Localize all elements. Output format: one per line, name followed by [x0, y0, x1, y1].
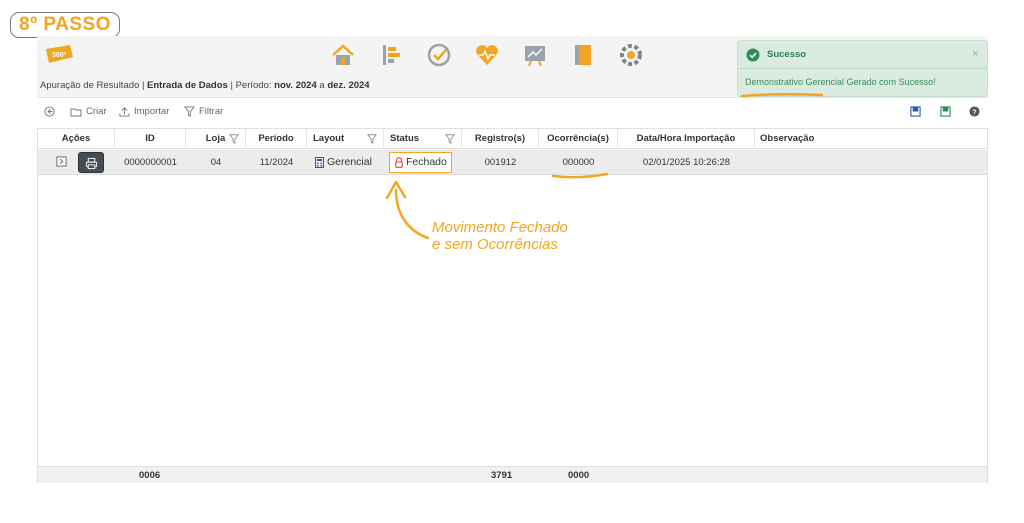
- back-circle-icon: [44, 106, 55, 117]
- cell-periodo: 11/2024: [259, 157, 294, 168]
- annotation-text: Movimento Fechado e sem Ocorrências: [432, 219, 568, 253]
- export-blue-button[interactable]: [910, 106, 921, 117]
- col-status-label: Status: [390, 133, 420, 144]
- column-filter-icon[interactable]: [229, 134, 239, 144]
- toast-header: Sucesso ×: [738, 41, 987, 69]
- column-filter-icon[interactable]: [445, 134, 455, 144]
- cell-loja: 04: [210, 157, 222, 168]
- app-window: 360º Apuração de Resultado | Entrada de …: [37, 36, 988, 483]
- svg-text:360º: 360º: [52, 52, 67, 59]
- breadcrumb-section[interactable]: Apuração de Resultado: [40, 80, 139, 91]
- importar-label: Importar: [134, 106, 170, 117]
- annotation-line-2: e sem Ocorrências: [432, 236, 558, 253]
- footer-count: 0006: [139, 470, 161, 481]
- grid-footer: 0006 3791 0000: [38, 466, 987, 483]
- toast-message: Demonstrativo Gerencial Gerado com Suces…: [745, 77, 936, 87]
- period-from: nov. 2024: [274, 80, 317, 91]
- status-badge[interactable]: Fechado: [389, 152, 452, 173]
- toast-underline: [741, 92, 823, 98]
- step-badge: 8º PASSO: [10, 12, 120, 38]
- period-label: Período:: [235, 80, 272, 91]
- annotation-arrow: [385, 180, 430, 240]
- toolbar: Criar Importar Filtrar ?: [37, 102, 988, 124]
- success-toast: Sucesso × Demonstrativo Gerencial Gerado…: [737, 40, 988, 98]
- app-logo[interactable]: 360º: [43, 43, 75, 65]
- cell-registros: 001912: [484, 157, 517, 168]
- bookmark-green-icon: [940, 106, 951, 117]
- export-green-button[interactable]: [940, 106, 951, 117]
- cell-observacao: [760, 150, 987, 175]
- help-icon: ?: [969, 106, 980, 117]
- period-to: dez. 2024: [327, 80, 370, 91]
- breadcrumb-separator: |: [230, 80, 233, 91]
- filter-icon: [184, 106, 195, 117]
- footer-ocorrencias-total: 0000: [568, 470, 590, 481]
- col-data-hora[interactable]: Data/Hora Importação: [618, 129, 755, 149]
- filtrar-button[interactable]: Filtrar: [184, 106, 223, 117]
- notebook-icon[interactable]: [569, 41, 597, 69]
- toast-title: Sucesso: [767, 49, 807, 60]
- col-layout-label: Layout: [313, 133, 345, 144]
- printer-icon: [85, 157, 97, 170]
- gear-network-icon[interactable]: [617, 41, 645, 69]
- annotation-line-1: Movimento Fechado: [432, 219, 568, 236]
- chart-board-icon[interactable]: [521, 41, 549, 69]
- lock-icon: [395, 157, 403, 168]
- home-icon[interactable]: [329, 41, 357, 69]
- upload-icon: [119, 107, 130, 117]
- table-row[interactable]: 0000000001 04 11/2024 Gerencial Fechado …: [38, 150, 987, 175]
- breadcrumb-page: Entrada de Dados: [147, 80, 228, 91]
- col-registros[interactable]: Registro(s): [462, 129, 539, 149]
- help-button[interactable]: ?: [969, 106, 980, 117]
- check-circle-icon: [746, 48, 760, 62]
- col-id[interactable]: ID: [115, 129, 186, 149]
- calculator-icon: [315, 157, 324, 168]
- col-status[interactable]: Status: [384, 129, 462, 149]
- check-circle-icon[interactable]: [425, 41, 453, 69]
- period-to-word: a: [319, 80, 325, 91]
- back-button[interactable]: [44, 106, 55, 117]
- cell-data-hora: 02/01/2025 10:26:28: [642, 157, 731, 168]
- col-periodo[interactable]: Período: [246, 129, 307, 149]
- grid-header: Ações ID Loja Período Layout Status Regi…: [38, 129, 987, 149]
- timeline-icon[interactable]: [377, 41, 405, 69]
- folder-plus-icon: [70, 108, 82, 116]
- cell-ocorrencias: 000000: [562, 157, 595, 168]
- filtrar-label: Filtrar: [199, 106, 224, 117]
- column-filter-icon[interactable]: [367, 134, 377, 144]
- cell-id: 0000000001: [124, 157, 177, 168]
- col-ocorrencias[interactable]: Ocorrência(s): [539, 129, 618, 149]
- status-value: Fechado: [406, 156, 447, 168]
- bookmark-blue-icon: [910, 106, 921, 117]
- expand-icon: [55, 156, 67, 167]
- expand-row-button[interactable]: [55, 156, 67, 168]
- importar-button[interactable]: Importar: [119, 106, 169, 117]
- col-layout[interactable]: Layout: [307, 129, 384, 149]
- close-icon[interactable]: ×: [972, 48, 978, 60]
- col-observacao[interactable]: Observação: [755, 129, 987, 149]
- heartbeat-icon[interactable]: [473, 41, 501, 69]
- criar-button[interactable]: Criar: [70, 106, 107, 117]
- breadcrumb-separator: |: [141, 80, 145, 91]
- print-button[interactable]: [78, 152, 104, 173]
- col-loja-label: Loja: [205, 133, 226, 144]
- ocorrencias-underline: [552, 173, 608, 179]
- svg-text:?: ?: [972, 107, 977, 116]
- criar-label: Criar: [86, 106, 107, 117]
- data-grid: Ações ID Loja Período Layout Status Regi…: [37, 128, 988, 483]
- cell-layout: Gerencial: [315, 150, 383, 175]
- col-acoes[interactable]: Ações: [38, 129, 115, 149]
- main-nav: [329, 40, 645, 70]
- layout-value: Gerencial: [327, 156, 372, 168]
- col-loja[interactable]: Loja: [186, 129, 246, 149]
- footer-registros-total: 3791: [491, 470, 513, 481]
